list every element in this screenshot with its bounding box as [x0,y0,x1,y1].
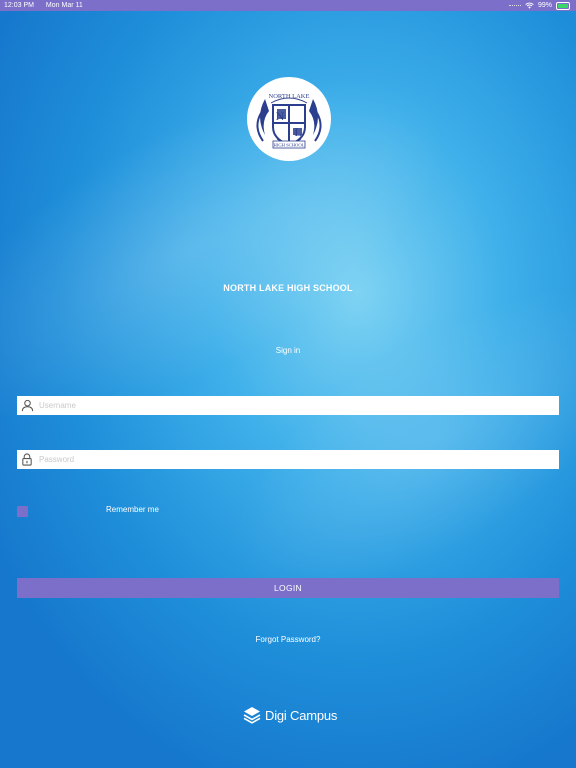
wifi-icon [525,2,534,9]
battery-icon [556,1,570,10]
svg-text:NORTH LAKE: NORTH LAKE [269,93,310,100]
user-icon [17,396,37,415]
brand-name: Digi Campus [265,707,338,723]
school-name: NORTH LAKE HIGH SCHOOL [223,283,353,293]
svg-text:HIGH SCHOOL: HIGH SCHOOL [273,143,304,148]
forgot-password-link[interactable]: Forgot Password? [0,635,576,644]
remember-me-label[interactable]: Remember me [106,505,159,514]
school-crest-icon: NORTH LAKE N L HIGH SCHOOL [256,93,322,149]
password-field[interactable] [17,450,559,469]
login-button[interactable]: LOGIN [17,578,559,598]
layers-icon [243,707,261,724]
status-bar-left: 12:03 PM Mon Mar 11 [4,0,93,11]
svg-text:L: L [294,125,301,139]
password-input[interactable] [37,451,559,468]
status-time: 12:03 PM [4,2,34,9]
signal-icon [508,4,521,10]
battery-percent: 99% [537,2,552,9]
lock-icon [17,450,37,469]
username-field[interactable] [17,396,559,415]
brand-logo: Digi Campus [243,705,337,725]
sign-in-heading: Sign in [275,346,301,355]
status-bar-right: 99% [508,0,570,11]
status-date: Mon Mar 11 [45,2,83,9]
svg-text:N: N [276,109,285,123]
username-input[interactable] [37,397,559,414]
remember-me-checkbox[interactable] [17,506,28,517]
school-logo: NORTH LAKE N L HIGH SCHOOL [247,77,331,161]
status-bar: 12:03 PM Mon Mar 11 99% [0,0,576,11]
